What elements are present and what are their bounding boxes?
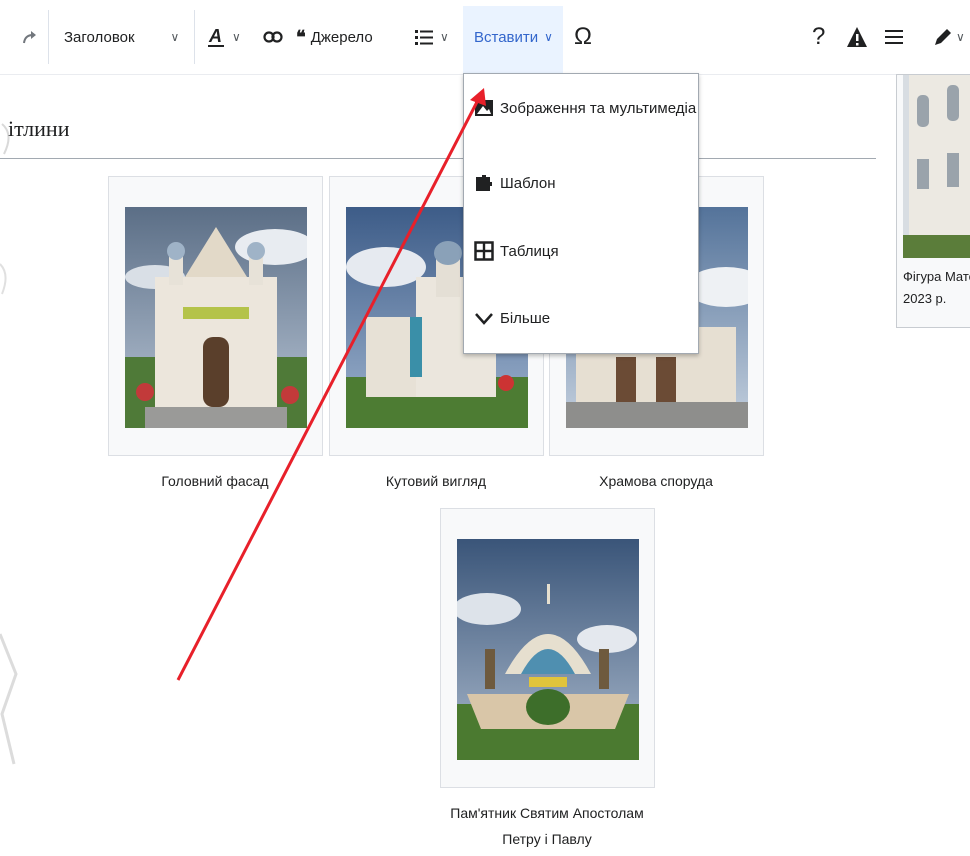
annotation-arrow	[176, 88, 486, 681]
